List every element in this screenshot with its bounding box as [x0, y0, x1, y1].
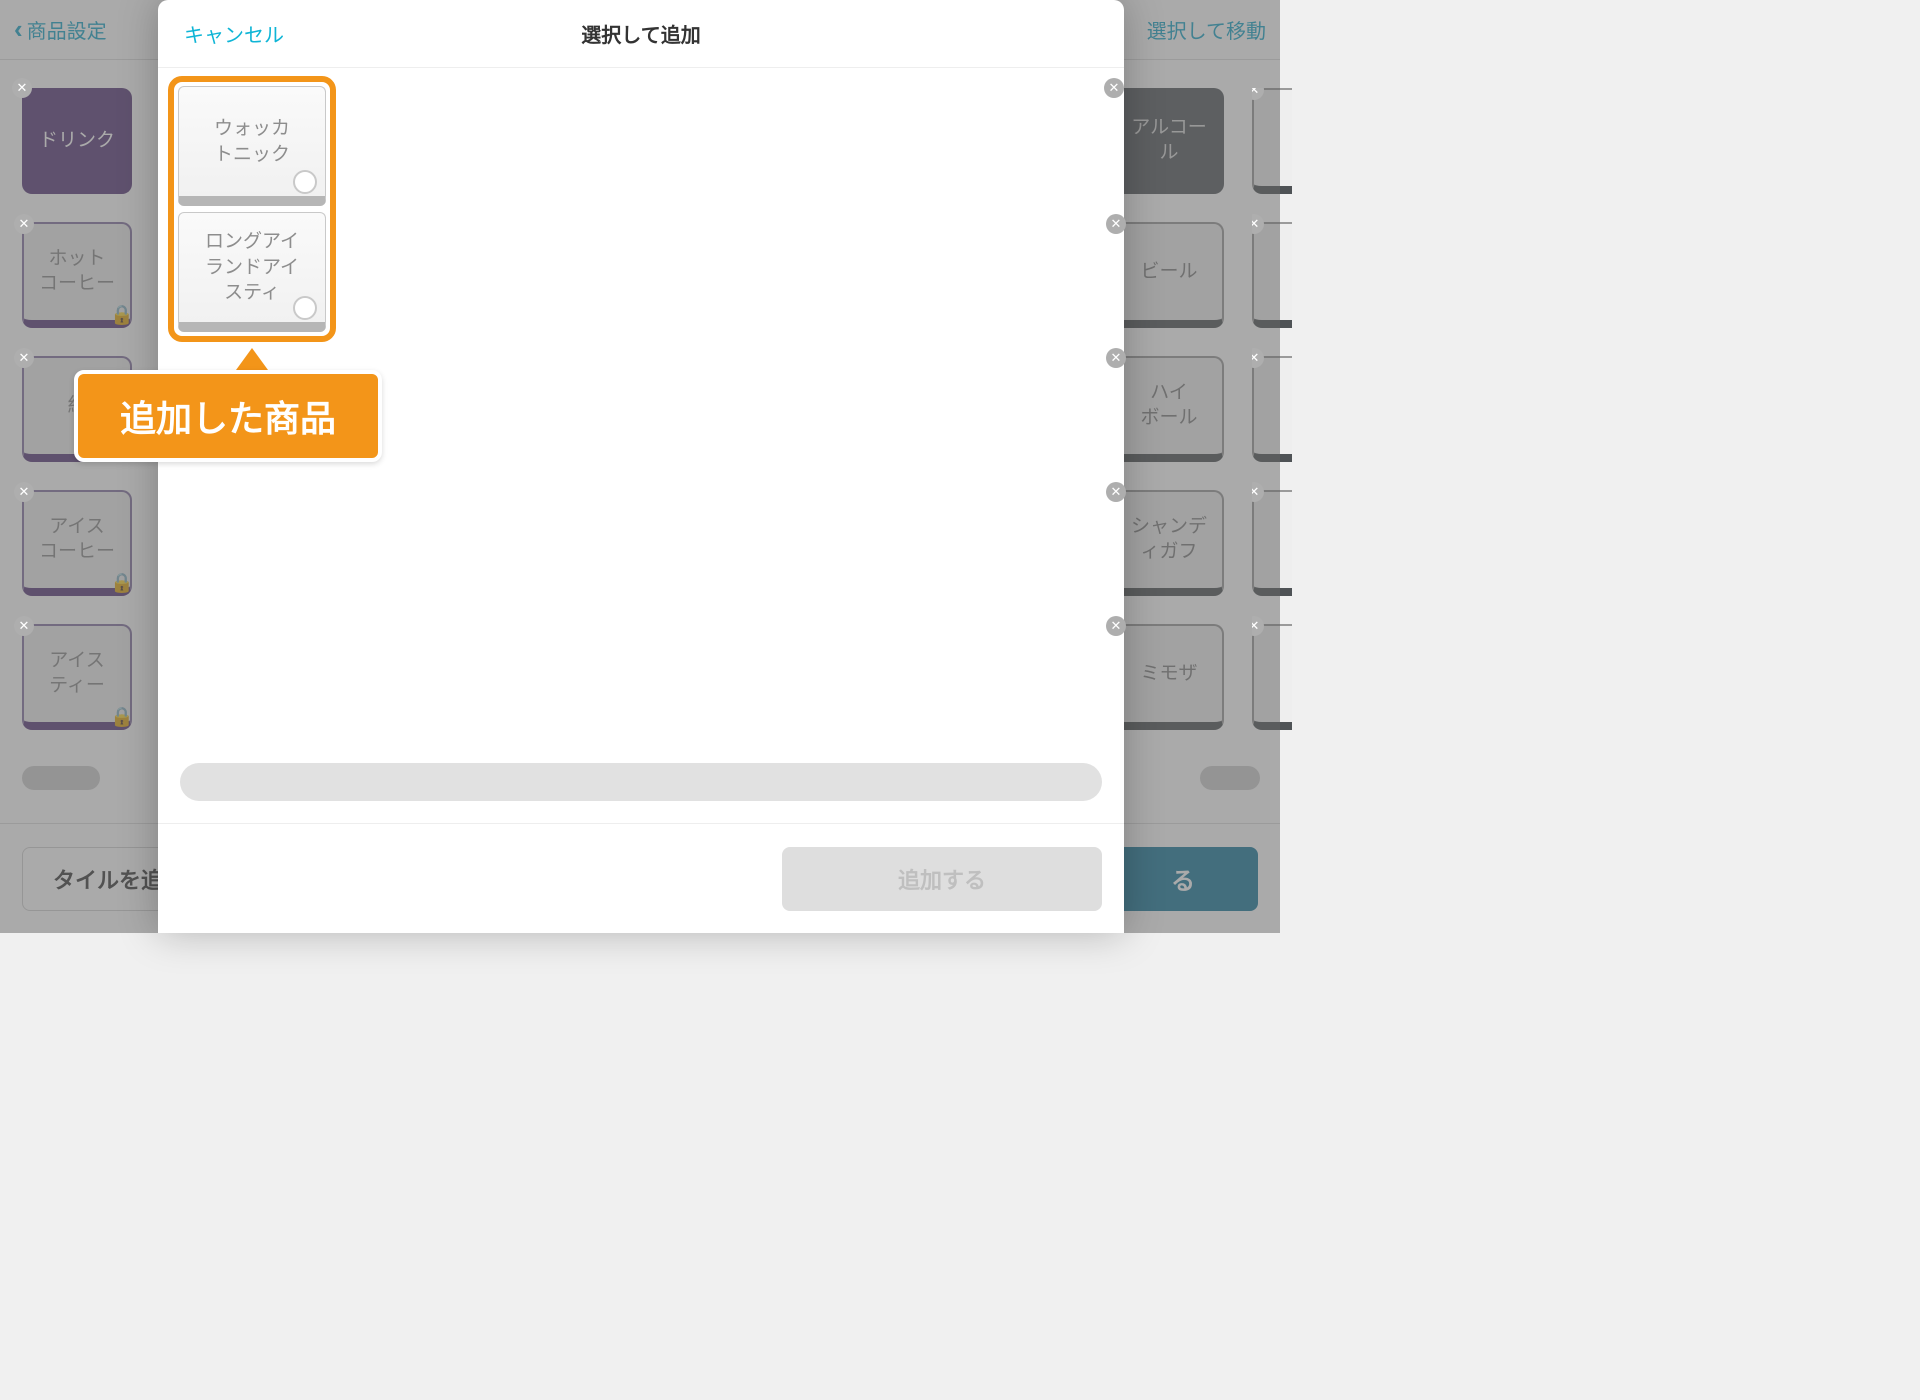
close-icon[interactable]: ✕: [14, 214, 34, 234]
add-button[interactable]: 追加する: [782, 847, 1102, 911]
radio-icon[interactable]: [293, 296, 317, 320]
selected-product-tile[interactable]: ロングアイ ランドアイ スティ: [178, 212, 326, 332]
close-icon[interactable]: ✕: [1106, 616, 1126, 636]
select-add-modal: キャンセル 選択して追加 ウォッカ トニックロングアイ ランドアイ スティ 追加…: [158, 0, 1124, 933]
selected-tile-label: ロングアイ ランドアイ スティ: [205, 229, 299, 306]
close-icon[interactable]: ✕: [12, 78, 32, 98]
modal-footer: 追加する: [158, 823, 1124, 933]
modal-header: キャンセル 選択して追加: [158, 0, 1124, 68]
close-icon[interactable]: ✕: [14, 482, 34, 502]
close-icon[interactable]: ✕: [14, 616, 34, 636]
radio-icon[interactable]: [293, 170, 317, 194]
close-icon[interactable]: ✕: [1106, 348, 1126, 368]
selected-product-tile[interactable]: ウォッカ トニック: [178, 86, 326, 206]
modal-body: ウォッカ トニックロングアイ ランドアイ スティ 追加した商品: [158, 68, 1124, 823]
selected-tile-label: ウォッカ トニック: [214, 116, 290, 167]
scroll-track[interactable]: [180, 763, 1102, 801]
modal-title: 選択して追加: [581, 19, 700, 48]
callout-arrow-icon: [236, 348, 268, 370]
selected-products-highlight: ウォッカ トニックロングアイ ランドアイ スティ: [168, 76, 336, 342]
close-icon[interactable]: ✕: [1106, 214, 1126, 234]
close-icon[interactable]: ✕: [1104, 78, 1124, 98]
callout-label: 追加した商品: [74, 370, 382, 462]
cancel-button[interactable]: キャンセル: [184, 19, 284, 48]
close-icon[interactable]: ✕: [14, 348, 34, 368]
close-icon[interactable]: ✕: [1106, 482, 1126, 502]
